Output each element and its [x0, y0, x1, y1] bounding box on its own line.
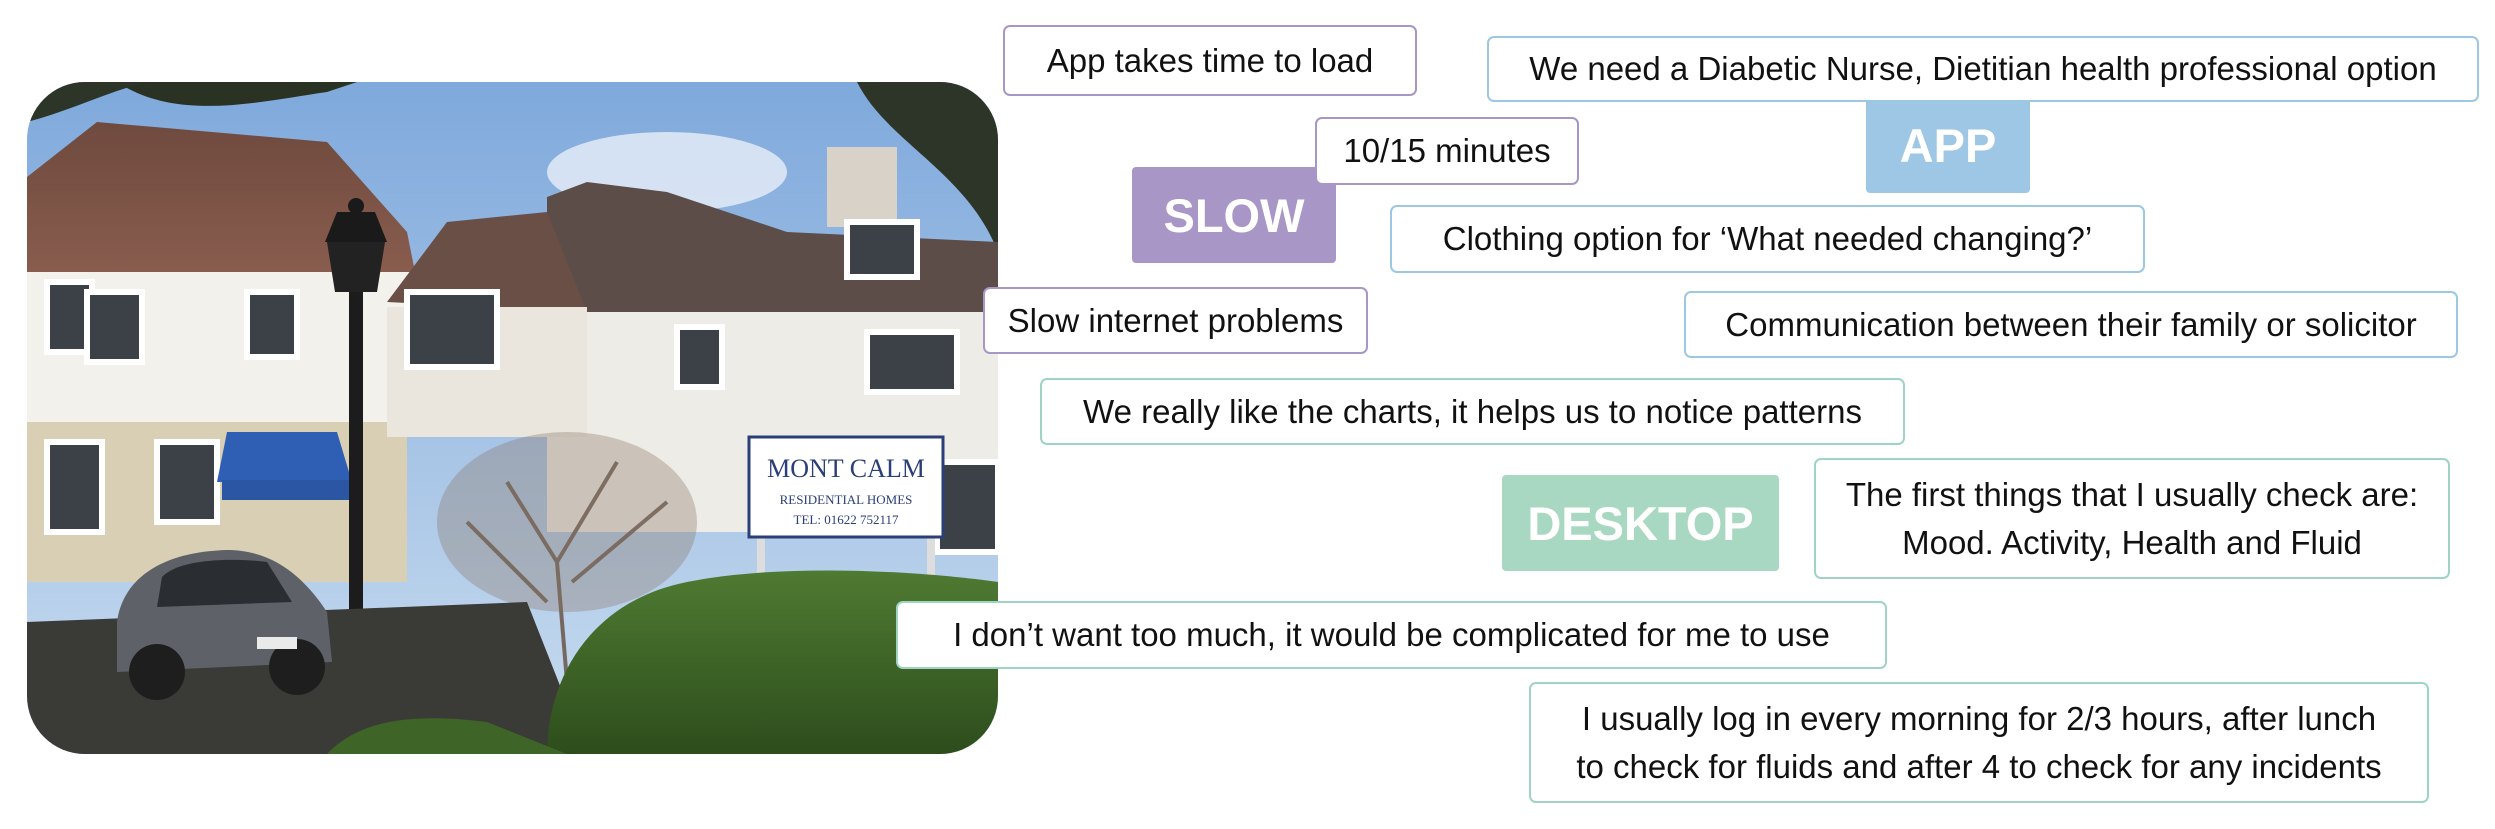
note-login-line1: I usually log in every morning for 2/3 h… [1581, 699, 2377, 737]
desktop-label: DESKTOP [1502, 475, 1779, 571]
note-clothing-option: Clothing option for ‘What needed changin… [1390, 205, 2145, 273]
note-first-things: The first things that I usually check ar… [1814, 458, 2450, 579]
sign-title: MONT CALM [767, 454, 925, 483]
note-communication: Communication between their family or so… [1684, 291, 2458, 358]
note-login-line2: to check for fluids and after 4 to check… [1576, 747, 2382, 785]
care-home-photo: MONT CALM RESIDENTIAL HOMES TEL: 01622 7… [27, 82, 998, 754]
slow-label: SLOW [1132, 167, 1336, 263]
note-minutes: 10/15 minutes [1315, 117, 1579, 185]
note-first-things-line2: Mood. Activity, Health and Fluid [1902, 523, 2362, 561]
note-slow-internet: Slow internet problems [983, 287, 1368, 354]
canvas: MONT CALM RESIDENTIAL HOMES TEL: 01622 7… [0, 0, 2495, 829]
note-diabetic-nurse: We need a Diabetic Nurse, Dietitian heal… [1487, 36, 2479, 102]
note-charts: We really like the charts, it helps us t… [1040, 378, 1905, 445]
sign-subtitle: RESIDENTIAL HOMES [780, 492, 913, 507]
sign-phone: TEL: 01622 752117 [794, 512, 899, 527]
note-app-load: App takes time to load [1003, 25, 1417, 96]
note-login-routine: I usually log in every morning for 2/3 h… [1529, 682, 2429, 803]
app-label: APP [1866, 97, 2030, 193]
note-too-much: I don’t want too much, it would be compl… [896, 601, 1887, 669]
note-first-things-line1: The first things that I usually check ar… [1845, 475, 2419, 513]
